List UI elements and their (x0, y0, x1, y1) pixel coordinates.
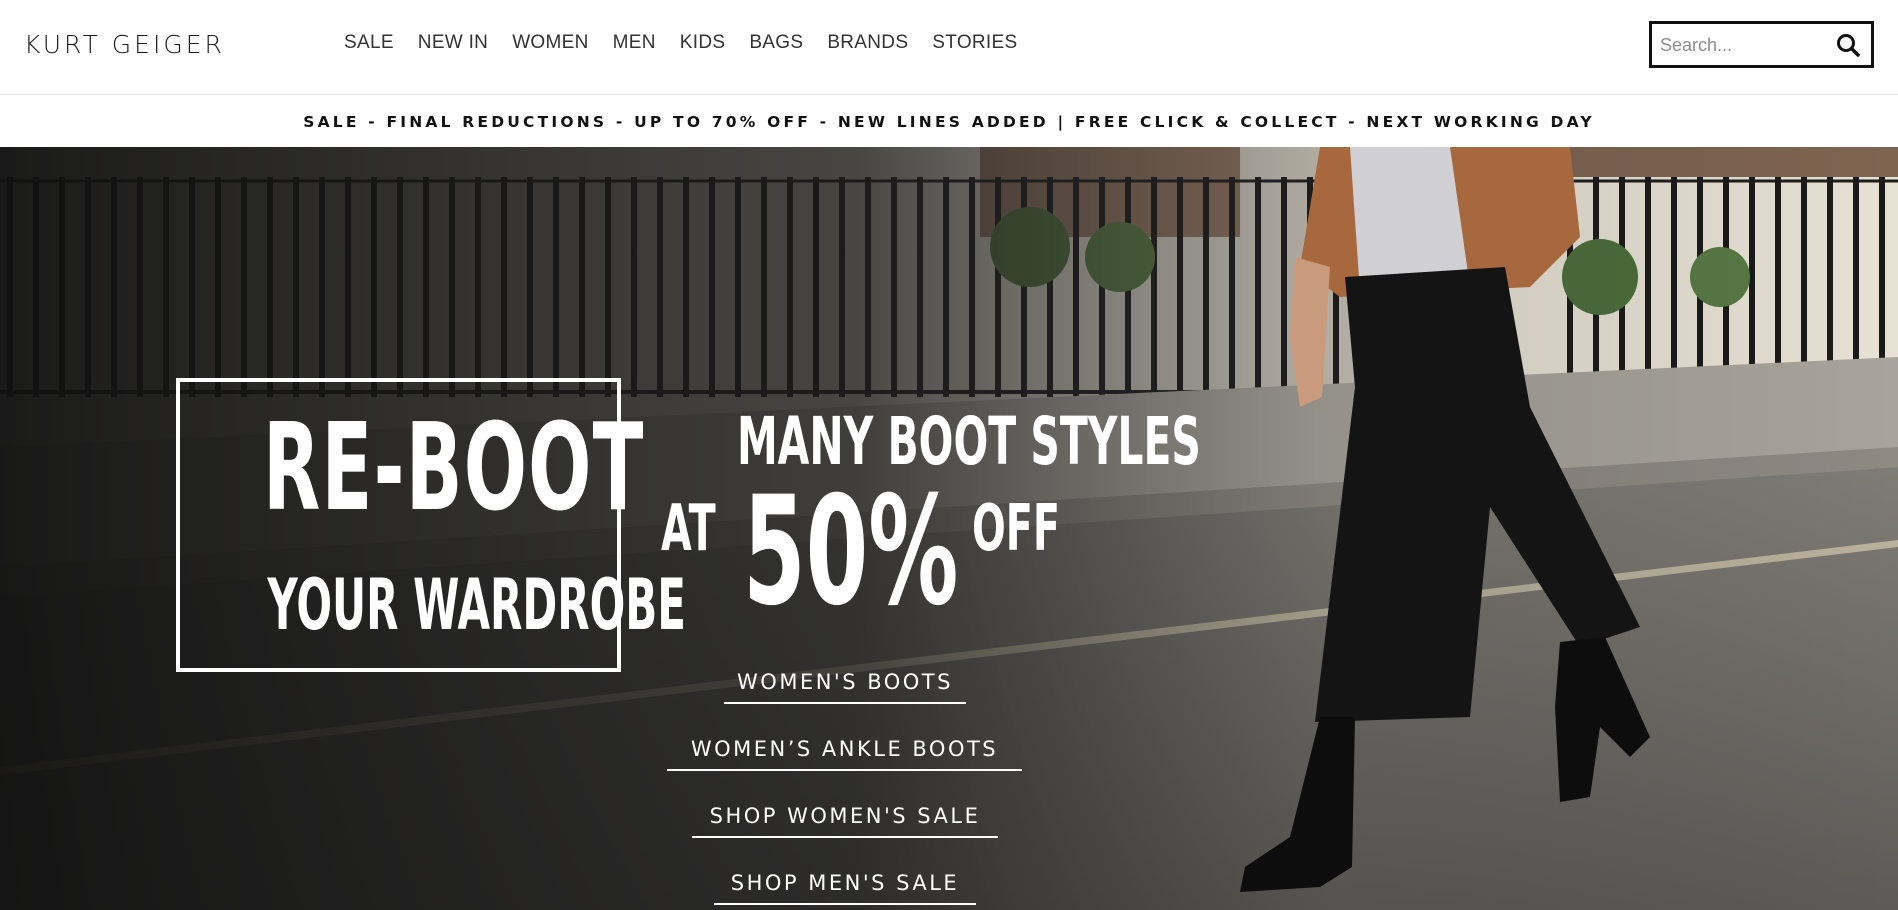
shop-womens-sale-link[interactable]: SHOP WOMEN'S SALE (692, 804, 998, 838)
hero-banner[interactable]: RE-BOOT YOUR WARDROBE MANY BOOT STYLES A… (0, 147, 1898, 910)
offer-at: AT (661, 492, 716, 566)
nav-item-kids[interactable]: KIDS (668, 32, 738, 54)
search-box (1649, 21, 1874, 68)
nav-item-bags[interactable]: BAGS (737, 32, 815, 54)
hero-subtitle: YOUR WARDROBE (267, 564, 686, 646)
womens-ankle-boots-link[interactable]: WOMEN’S ANKLE BOOTS (667, 737, 1022, 771)
promo-banner[interactable]: SALE - FINAL REDUCTIONS - UP TO 70% OFF … (0, 96, 1898, 148)
nav-item-sale[interactable]: SALE (344, 32, 406, 54)
offer-off: OFF (972, 492, 1060, 566)
nav-item-brands[interactable]: BRANDS (815, 32, 920, 54)
womens-boots-link[interactable]: WOMEN'S BOOTS (724, 670, 966, 704)
offer-percent: 50% (743, 465, 959, 639)
search-icon[interactable] (1835, 32, 1861, 58)
nav-item-women[interactable]: WOMEN (500, 32, 600, 54)
hero-title: RE-BOOT (263, 399, 645, 538)
nav-item-stories[interactable]: STORIES (920, 32, 1029, 54)
shop-mens-sale-link[interactable]: SHOP MEN'S SALE (714, 871, 976, 905)
reboot-frame: RE-BOOT YOUR WARDROBE (176, 378, 686, 672)
main-nav: SALE NEW IN WOMEN MEN KIDS BAGS BRANDS S… (344, 32, 1029, 54)
kurt-geiger-logo[interactable]: KURT GEIGER (24, 30, 225, 59)
site-header: KURT GEIGER SALE NEW IN WOMEN MEN KIDS B… (0, 0, 1898, 95)
grey-sweater (1350, 147, 1470, 292)
promo-text: SALE - FINAL REDUCTIONS - UP TO 70% OFF … (303, 113, 1595, 131)
nav-item-new-in[interactable]: NEW IN (406, 32, 500, 54)
search-input[interactable] (1660, 32, 1820, 58)
nav-item-men[interactable]: MEN (601, 32, 668, 54)
